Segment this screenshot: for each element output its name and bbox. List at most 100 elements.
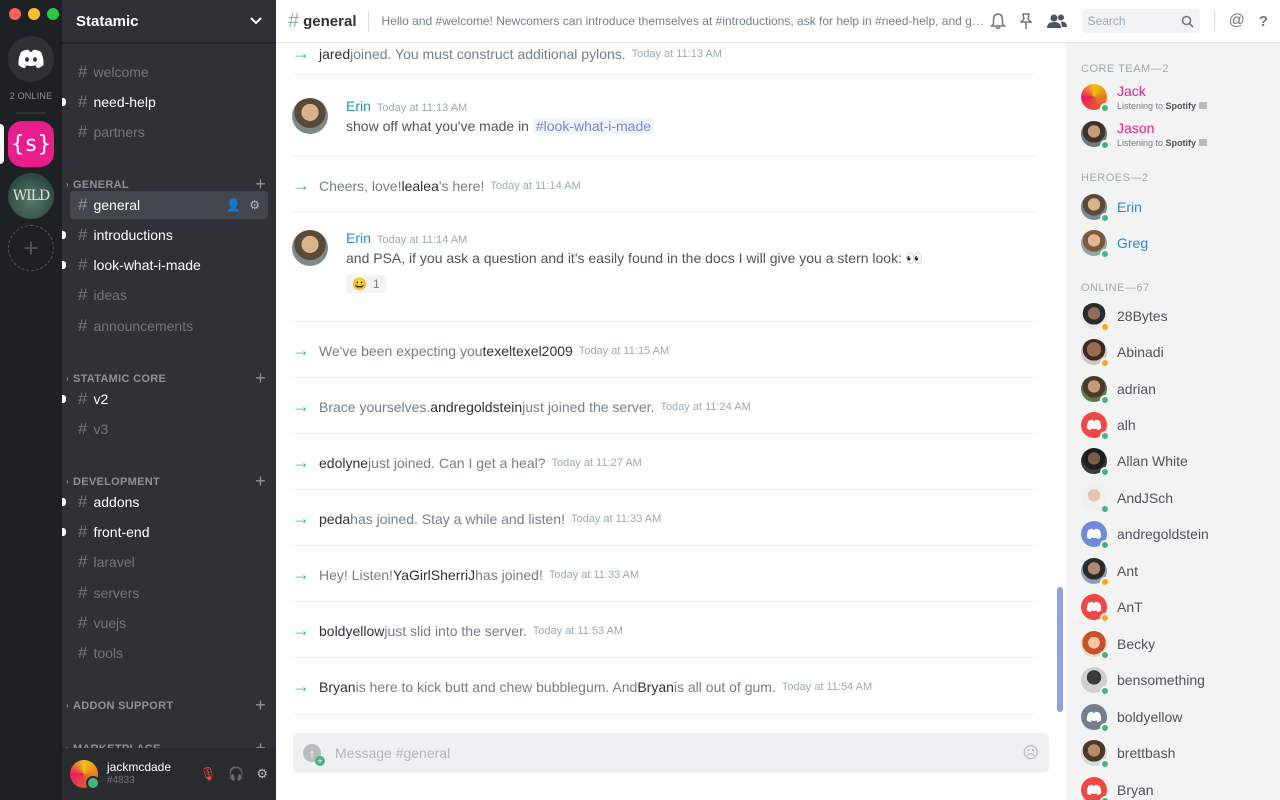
emoji-picker-icon[interactable]: ☹ (1022, 743, 1039, 763)
avatar (1081, 704, 1110, 733)
minimize-window-button[interactable] (28, 8, 40, 20)
join-text: 's here! (438, 177, 485, 194)
channel-servers[interactable]: # servers (70, 579, 268, 607)
member-item[interactable]: AndJSch (1081, 485, 1271, 514)
rich-presence-icon (1198, 139, 1207, 146)
channel-topic[interactable]: Hello and #welcome! Newcomers can introd… (381, 14, 985, 28)
join-username[interactable]: YaGirlSherriJ (393, 567, 475, 583)
member-list-icon[interactable] (1046, 13, 1068, 29)
join-message: → Hey! Listen! YaGirlSherriJ has joined! T… (292, 564, 639, 585)
member-item[interactable]: Abinadi (1081, 339, 1271, 368)
member-item[interactable]: brettbash (1081, 740, 1271, 769)
member-item[interactable]: Becky (1081, 631, 1271, 660)
chevron-down-icon (250, 17, 262, 25)
add-server-button[interactable]: + (8, 225, 54, 271)
member-item[interactable]: andregoldstein (1081, 521, 1271, 550)
guild-header[interactable]: Statamic (62, 0, 276, 43)
channel-vuejs[interactable]: # vuejs (70, 609, 268, 637)
category-addon-support[interactable]: › ADDON SUPPORT + (66, 695, 266, 716)
timestamp: Today at 11:33 AM (548, 568, 640, 581)
microphone-muted-icon[interactable]: 🎙 (200, 766, 217, 782)
avatar[interactable] (292, 98, 328, 134)
maximize-window-button[interactable] (47, 8, 59, 20)
pin-icon[interactable] (1019, 12, 1032, 30)
channel-addons[interactable]: # addons (62, 488, 268, 516)
channel-mention[interactable]: #look-what-i-made (532, 118, 655, 134)
invite-icon[interactable]: 👤 (226, 198, 241, 212)
channel-v2[interactable]: # v2 (62, 385, 268, 413)
member-item[interactable]: 28Bytes (1081, 303, 1271, 332)
server-statamic[interactable]: {s} (8, 121, 54, 167)
message-divider (292, 377, 1036, 378)
channel-tools[interactable]: # tools (70, 639, 268, 667)
member-item[interactable]: Jack Listening to Spotify (1081, 83, 1271, 113)
member-name: 28Bytes (1117, 308, 1168, 324)
join-username[interactable]: edolyne (319, 455, 368, 471)
join-username[interactable]: Bryan (637, 679, 674, 695)
channel-v3[interactable]: # v3 (70, 415, 268, 443)
selected-server-indicator (0, 124, 4, 164)
member-item[interactable]: Bryan (1081, 777, 1271, 800)
add-channel-icon[interactable]: + (255, 695, 266, 716)
avatar[interactable] (292, 230, 328, 266)
member-item[interactable]: Ant (1081, 558, 1271, 587)
member-item[interactable]: boldyellow (1081, 704, 1271, 733)
member-item[interactable]: AnT (1081, 594, 1271, 623)
member-item[interactable]: Erin (1081, 194, 1271, 223)
message-input[interactable]: ↑ Message #general ☹ (293, 733, 1049, 773)
hash-icon: # (78, 419, 88, 438)
guild-name: Statamic (76, 12, 139, 30)
message-author[interactable]: Erin (346, 98, 371, 114)
member-item[interactable]: Allan White (1081, 448, 1271, 477)
username: jackmcdade (107, 760, 172, 774)
channel-announcements[interactable]: # announcements (70, 312, 268, 340)
member-item[interactable]: adrian (1081, 376, 1271, 405)
message-divider (292, 74, 1036, 75)
join-username[interactable]: jared (319, 46, 350, 62)
bell-icon[interactable] (989, 12, 1006, 30)
channel-introductions[interactable]: # introductions (62, 221, 268, 249)
headphones-icon[interactable]: 🎧 (228, 766, 244, 782)
join-arrow-icon: → (292, 340, 310, 360)
upload-icon[interactable]: ↑ (303, 744, 325, 766)
channel-name: introductions (93, 227, 173, 243)
help-icon[interactable]: ? (1259, 13, 1268, 30)
join-username[interactable]: peda (319, 511, 350, 527)
join-username[interactable]: lealea (401, 178, 438, 194)
gear-icon[interactable]: ⚙ (249, 198, 260, 212)
message-scrollbar[interactable] (1057, 43, 1065, 723)
channel-general[interactable]: # general 👤 ⚙ (70, 191, 268, 219)
channel-need-help[interactable]: # need-help (62, 88, 268, 116)
status-online-icon (1100, 467, 1110, 477)
member-item[interactable]: alh (1081, 412, 1271, 441)
gear-icon[interactable]: ⚙ (256, 766, 268, 782)
reaction-button[interactable]: 😀 1 (346, 275, 386, 293)
channel-welcome[interactable]: # welcome (70, 58, 268, 86)
member-item[interactable]: Greg (1081, 230, 1271, 259)
message-author[interactable]: Erin (346, 230, 371, 246)
avatar[interactable] (70, 760, 100, 790)
server-wild[interactable]: WILD (8, 173, 54, 219)
search-input[interactable]: Search (1081, 9, 1200, 33)
member-name: Ant (1117, 563, 1139, 579)
category-name: STATAMIC CORE (72, 372, 167, 385)
close-window-button[interactable] (9, 8, 21, 20)
channel-ideas[interactable]: # ideas (70, 281, 268, 309)
channel-laravel[interactable]: # laravel (70, 548, 268, 576)
search-placeholder: Search (1087, 14, 1126, 28)
channel-partners[interactable]: # partners (70, 118, 268, 146)
join-username[interactable]: texeltexel2009 (483, 343, 573, 359)
locked-hash-icon: # (78, 122, 88, 141)
member-item[interactable]: Jason Listening to Spotify (1081, 120, 1271, 150)
channel-front-end[interactable]: # front-end (62, 518, 268, 546)
channel-look-what-i-made[interactable]: # look-what-i-made (62, 251, 268, 279)
mention-icon[interactable]: @ (1229, 12, 1245, 30)
discord-home-button[interactable] (8, 36, 54, 82)
join-username[interactable]: boldyellow (319, 623, 384, 639)
join-username[interactable]: Bryan (319, 679, 356, 695)
status-idle-icon (1100, 322, 1110, 332)
join-message: → boldyellow just slid into the server. To… (292, 620, 623, 641)
scrollbar-thumb[interactable] (1057, 587, 1063, 712)
join-username[interactable]: andregoldstein (430, 399, 522, 415)
member-item[interactable]: bensomething (1081, 667, 1271, 696)
